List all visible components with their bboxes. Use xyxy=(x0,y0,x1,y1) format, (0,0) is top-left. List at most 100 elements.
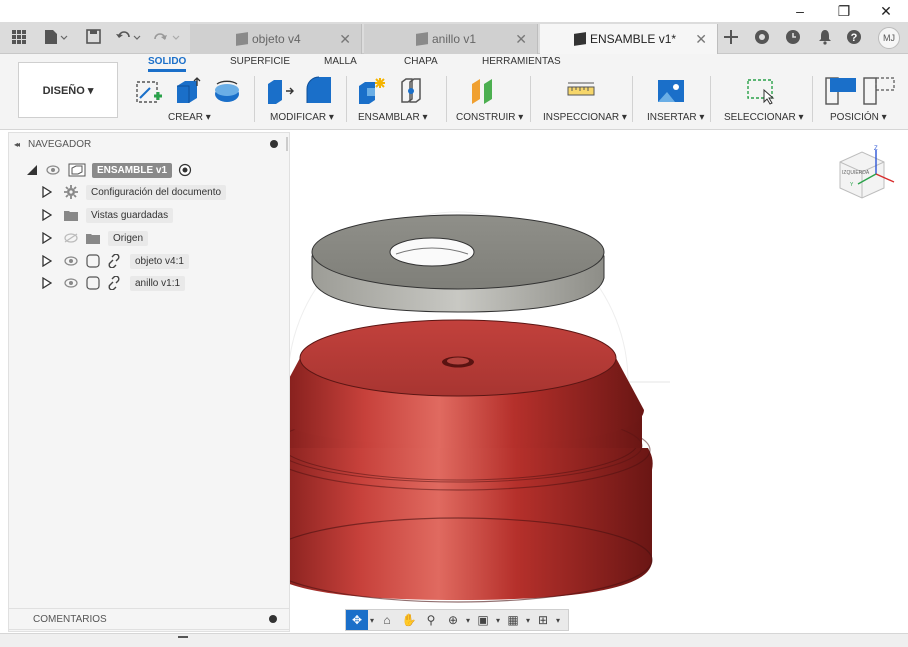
toolbar-separator xyxy=(812,76,813,122)
close-tab-icon[interactable]: ✕ xyxy=(695,31,707,48)
tab-herramientas[interactable]: HERRAMIENTAS xyxy=(482,56,561,67)
group-crear[interactable]: CREAR ▾ xyxy=(168,112,211,123)
zoom-icon[interactable]: ⚲ xyxy=(420,610,442,630)
clock-icon[interactable] xyxy=(785,29,801,45)
bell-icon[interactable] xyxy=(818,29,832,45)
job-status-icon[interactable] xyxy=(754,29,770,45)
close-window-button[interactable]: ✕ xyxy=(866,0,906,22)
pin-icon[interactable] xyxy=(270,140,278,148)
navigation-bar: ✥ ▾ ⌂ ✋ ⚲ ⊕ ▾ ▣ ▾ ▦ ▾ ⊞ ▾ xyxy=(345,609,569,631)
tree-item-vistas[interactable]: Vistas guardadas xyxy=(42,205,174,225)
measure-icon[interactable] xyxy=(566,76,596,106)
cube-icon xyxy=(236,32,248,46)
tab-malla[interactable]: MALLA xyxy=(324,56,357,67)
group-insertar[interactable]: INSERTAR ▾ xyxy=(647,112,704,123)
3d-viewport[interactable]: Z Y IZQUIERDA xyxy=(250,130,908,608)
timeline-icon[interactable] xyxy=(178,636,188,644)
tree-root[interactable]: ENSAMBLE v1 xyxy=(26,160,192,180)
tab-anillo-v1[interactable]: anillo v1 ✕ xyxy=(364,24,538,54)
tab-label: ENSAMBLE v1* xyxy=(590,32,677,46)
tab-ensamble-v1[interactable]: ENSAMBLE v1* ✕ xyxy=(540,24,718,54)
collapse-tree-icon[interactable] xyxy=(26,164,38,176)
group-seleccionar[interactable]: SELECCIONAR ▾ xyxy=(724,112,803,123)
revert-position-icon[interactable] xyxy=(862,76,896,106)
eye-hidden-icon[interactable] xyxy=(64,233,78,243)
tree-item-origen[interactable]: Origen xyxy=(42,228,149,248)
title-bar: – ❐ ✕ xyxy=(0,0,908,22)
tree-item-objeto[interactable]: objeto v4:1 xyxy=(42,251,189,271)
workspace-design-button[interactable]: DISEÑO ▾ xyxy=(18,62,118,118)
group-posicion[interactable]: POSICIÓN ▾ xyxy=(830,112,887,123)
add-tab-icon[interactable] xyxy=(724,30,738,44)
pan-hand-icon[interactable]: ✋ xyxy=(398,610,420,630)
insert-image-icon[interactable] xyxy=(656,76,686,106)
file-icon[interactable] xyxy=(44,29,68,45)
offset-plane-icon[interactable] xyxy=(468,76,498,106)
tree-item-label: Origen xyxy=(108,230,149,246)
revolve-icon[interactable] xyxy=(212,76,242,106)
root-label: ENSAMBLE v1 xyxy=(92,162,173,178)
chevron-down-icon[interactable]: ▾ xyxy=(524,610,532,630)
help-icon[interactable]: ? xyxy=(846,29,862,45)
viewports-icon[interactable]: ⊞ xyxy=(532,610,554,630)
eye-icon[interactable] xyxy=(46,165,60,175)
chevron-down-icon[interactable]: ▾ xyxy=(494,610,502,630)
tab-superficie[interactable]: SUPERFICIE xyxy=(230,56,290,67)
fillet-icon[interactable] xyxy=(304,76,334,106)
collapse-panel-icon[interactable]: ◂◂ xyxy=(14,140,20,149)
activate-radio-icon[interactable] xyxy=(178,163,192,177)
viewcube-icon[interactable]: Z Y IZQUIERDA xyxy=(828,144,898,208)
chevron-down-icon[interactable]: ▾ xyxy=(554,610,562,630)
tree-item-configuracion[interactable]: Configuración del documento xyxy=(42,182,227,202)
extrude-icon[interactable] xyxy=(172,76,202,106)
group-modificar[interactable]: MODIFICAR ▾ xyxy=(270,112,334,123)
gear-icon xyxy=(64,185,78,199)
redo-icon[interactable] xyxy=(152,29,182,45)
restore-button[interactable]: ❐ xyxy=(824,0,864,22)
new-component-icon[interactable] xyxy=(356,76,386,106)
expand-arrow-icon[interactable] xyxy=(42,186,52,198)
group-construir[interactable]: CONSTRUIR ▾ xyxy=(456,112,523,123)
display-settings-icon[interactable]: ▣ xyxy=(472,610,494,630)
tree-item-label: Configuración del documento xyxy=(86,184,227,200)
fit-icon[interactable]: ⊕ xyxy=(442,610,464,630)
eye-icon[interactable] xyxy=(64,278,78,288)
tab-label: objeto v4 xyxy=(252,32,301,46)
orbit-icon[interactable]: ✥ xyxy=(346,610,368,630)
toolbar-separator xyxy=(254,76,255,122)
user-avatar[interactable]: MJ xyxy=(878,27,900,49)
create-sketch-icon[interactable] xyxy=(134,76,164,106)
look-at-icon[interactable]: ⌂ xyxy=(376,610,398,630)
tab-chapa[interactable]: CHAPA xyxy=(404,56,438,67)
group-inspeccionar[interactable]: INSPECCIONAR ▾ xyxy=(543,112,627,123)
save-icon[interactable] xyxy=(86,29,102,45)
viewcube-face-label: IZQUIERDA xyxy=(842,170,870,176)
pin-icon[interactable] xyxy=(269,615,277,623)
capture-position-icon[interactable] xyxy=(824,76,858,106)
close-tab-icon[interactable]: ✕ xyxy=(515,31,527,48)
tree-item-label: objeto v4:1 xyxy=(130,253,189,269)
status-bar xyxy=(0,633,908,647)
joint-icon[interactable] xyxy=(396,76,426,106)
tab-solido[interactable]: SOLIDO xyxy=(148,56,187,72)
chevron-down-icon[interactable]: ▾ xyxy=(368,610,376,630)
tab-objeto-v4[interactable]: objeto v4 ✕ xyxy=(190,24,362,54)
minimize-button[interactable]: – xyxy=(780,0,820,22)
grid-settings-icon[interactable]: ▦ xyxy=(502,610,524,630)
document-tab-bar: objeto v4 ✕ anillo v1 ✕ ENSAMBLE v1* ✕ ?… xyxy=(0,22,908,54)
eye-icon[interactable] xyxy=(64,256,78,266)
tree-item-anillo[interactable]: anillo v1:1 xyxy=(42,273,186,293)
expand-arrow-icon[interactable] xyxy=(42,255,52,267)
expand-arrow-icon[interactable] xyxy=(42,232,52,244)
undo-icon[interactable] xyxy=(116,29,142,45)
select-window-icon[interactable] xyxy=(746,76,776,106)
press-pull-icon[interactable] xyxy=(264,76,294,106)
expand-arrow-icon[interactable] xyxy=(42,209,52,221)
close-tab-icon[interactable]: ✕ xyxy=(339,31,351,48)
comments-panel[interactable]: COMENTARIOS xyxy=(8,608,290,630)
group-ensamblar[interactable]: ENSAMBLAR ▾ xyxy=(358,112,427,123)
grid-icon[interactable] xyxy=(12,30,26,44)
chevron-down-icon[interactable]: ▾ xyxy=(464,610,472,630)
panel-resize-handle[interactable] xyxy=(286,137,288,151)
expand-arrow-icon[interactable] xyxy=(42,277,52,289)
